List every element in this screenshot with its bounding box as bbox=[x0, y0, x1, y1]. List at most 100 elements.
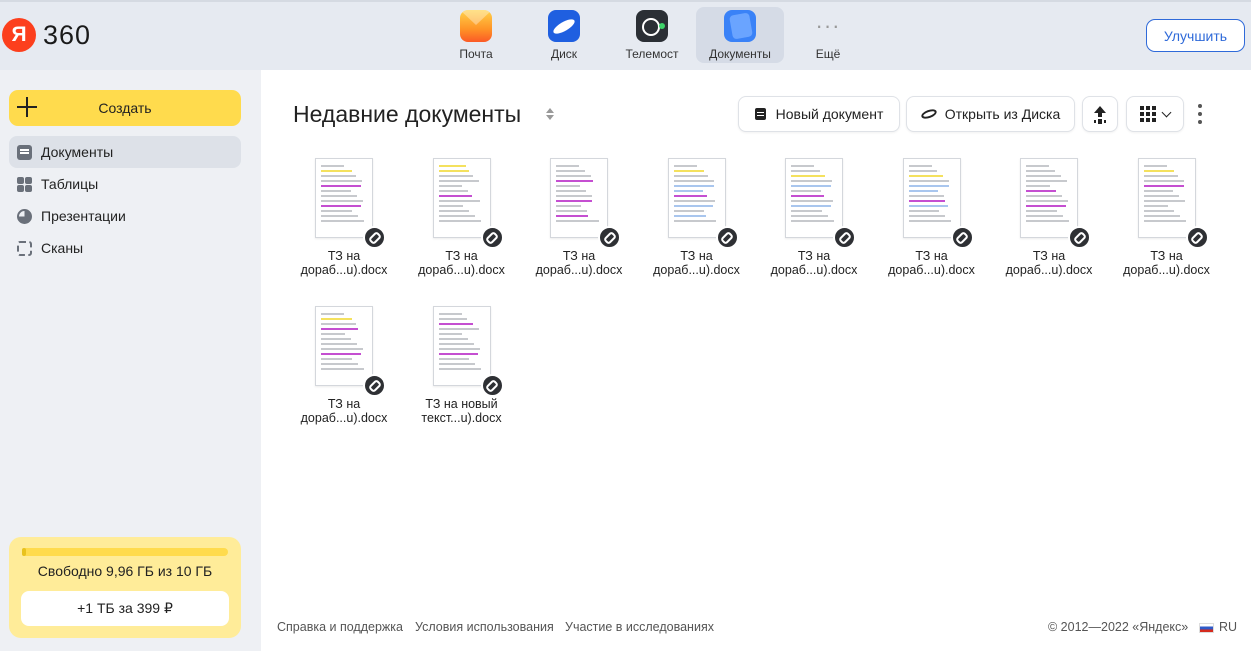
grid-icon bbox=[1140, 106, 1156, 122]
file-name-line: дораб...u).docx bbox=[1005, 263, 1093, 277]
yandex-360-logo[interactable]: Я 360 bbox=[2, 18, 91, 52]
file-name-line: дораб...u).docx bbox=[535, 263, 623, 277]
plus-icon bbox=[17, 97, 37, 117]
document-thumbnail bbox=[432, 306, 491, 386]
presentation-icon bbox=[17, 208, 32, 224]
sidebar-item-documents[interactable]: Документы bbox=[9, 136, 241, 168]
file-name: ТЗ на дораб...u).docx bbox=[642, 249, 752, 277]
file-name-line: ТЗ на bbox=[1150, 249, 1183, 263]
shared-link-icon bbox=[1068, 226, 1091, 249]
footer-link-research[interactable]: Участие в исследованиях bbox=[565, 620, 714, 634]
file-item[interactable]: ТЗ на дораб...u).docx bbox=[877, 158, 987, 298]
services-bar: Почта Диск Телемост Документы ··· Ещё bbox=[432, 7, 872, 63]
more-vertical-icon[interactable] bbox=[1196, 104, 1204, 124]
file-name-line: ТЗ на новый bbox=[425, 397, 498, 411]
view-mode-button[interactable] bbox=[1126, 96, 1184, 132]
upload-button[interactable] bbox=[1082, 96, 1118, 132]
top-header: Я 360 Почта Диск Телемост Документы ··· … bbox=[0, 0, 1251, 70]
sidebar-item-label: Презентации bbox=[41, 208, 126, 224]
storage-free-text: Свободно 9,96 ГБ из 10 ГБ bbox=[37, 563, 213, 579]
sidebar-nav: Документы Таблицы Презентации Сканы bbox=[9, 136, 241, 264]
shared-link-icon bbox=[833, 226, 856, 249]
copyright: © 2012—2022 «Яндекс» bbox=[1048, 620, 1189, 634]
file-item[interactable]: ТЗ на дораб...u).docx bbox=[524, 158, 634, 298]
file-item[interactable]: ТЗ на дораб...u).docx bbox=[1112, 158, 1222, 298]
page-title: Недавние документы bbox=[293, 101, 522, 127]
open-from-disk-button[interactable]: Открыть из Диска bbox=[906, 96, 1075, 132]
file-name-line: дораб...u).docx bbox=[770, 263, 858, 277]
document-thumbnail bbox=[785, 158, 843, 238]
sort-icon[interactable] bbox=[545, 106, 555, 122]
file-item[interactable]: ТЗ на дораб...u).docx bbox=[994, 158, 1104, 298]
service-label: Ещё bbox=[815, 47, 841, 61]
service-documents[interactable]: Документы bbox=[696, 7, 784, 63]
document-thumbnail bbox=[1020, 158, 1078, 238]
storage-widget: Свободно 9,96 ГБ из 10 ГБ +1 ТБ за 399 ₽ bbox=[9, 537, 241, 638]
sidebar-item-scans[interactable]: Сканы bbox=[9, 232, 241, 264]
file-item[interactable]: ТЗ на дораб...u).docx bbox=[289, 306, 399, 446]
table-icon bbox=[17, 176, 32, 192]
telemost-icon bbox=[636, 10, 668, 42]
disk-icon bbox=[919, 107, 938, 121]
document-thumbnail bbox=[1137, 158, 1196, 238]
mail-icon bbox=[460, 10, 492, 42]
footer-link-help[interactable]: Справка и поддержка bbox=[277, 620, 403, 634]
file-name: ТЗ на дораб...u).docx bbox=[289, 397, 399, 425]
service-more[interactable]: ··· Ещё bbox=[784, 7, 872, 63]
storage-progress-bar bbox=[22, 548, 228, 556]
shared-link-icon bbox=[480, 226, 504, 249]
language-switch[interactable]: RU bbox=[1219, 620, 1237, 634]
file-name-line: ТЗ на bbox=[327, 397, 361, 411]
more-dots-icon: ··· bbox=[815, 13, 841, 38]
file-name-line: ТЗ на bbox=[445, 249, 478, 263]
file-name: ТЗ на дораб...u).docx bbox=[1112, 249, 1222, 277]
service-disk[interactable]: Диск bbox=[520, 7, 608, 63]
sidebar-item-label: Таблицы bbox=[41, 176, 99, 192]
file-name-line: ТЗ на bbox=[562, 249, 596, 263]
document-thumbnail bbox=[667, 158, 726, 238]
file-name: ТЗ на дораб...u).docx bbox=[877, 249, 987, 277]
file-name: ТЗ на новый текст...u).docx bbox=[407, 397, 517, 425]
footer-link-terms[interactable]: Условия использования bbox=[415, 620, 554, 634]
file-name-line: текст...u).docx bbox=[421, 411, 502, 425]
service-label: Документы bbox=[709, 47, 771, 61]
file-item[interactable]: ТЗ на дораб...u).docx bbox=[759, 158, 869, 298]
service-label: Диск bbox=[550, 47, 578, 61]
sidebar-item-label: Сканы bbox=[41, 240, 84, 256]
sidebar-item-tables[interactable]: Таблицы bbox=[9, 168, 241, 200]
new-document-label: Новый документ bbox=[775, 106, 884, 122]
file-name-line: дораб...u).docx bbox=[300, 263, 388, 277]
new-document-button[interactable]: Новый документ bbox=[738, 96, 900, 132]
sidebar-item-presentations[interactable]: Презентации bbox=[9, 200, 241, 232]
file-name-line: дораб...u).docx bbox=[1123, 263, 1210, 277]
chevron-down-icon bbox=[1161, 107, 1172, 117]
shared-link-icon bbox=[950, 226, 974, 249]
storage-progress-fill bbox=[22, 548, 27, 556]
service-label: Телемост bbox=[625, 47, 679, 61]
document-thumbnail bbox=[432, 158, 491, 238]
service-label: Почта bbox=[459, 47, 493, 61]
main-content: Недавние документы Новый документ Открыт… bbox=[261, 70, 1251, 651]
upgrade-button[interactable]: Улучшить bbox=[1146, 19, 1245, 52]
create-label: Создать bbox=[98, 100, 152, 116]
file-item[interactable]: ТЗ на новый текст...u).docx bbox=[407, 306, 517, 446]
yandex-logo-icon: Я bbox=[2, 18, 36, 52]
shared-link-icon bbox=[715, 226, 739, 249]
file-item[interactable]: ТЗ на дораб...u).docx bbox=[642, 158, 752, 298]
file-name-line: дораб...u).docx bbox=[300, 411, 388, 425]
file-name-line: ТЗ на bbox=[1032, 249, 1066, 263]
file-name: ТЗ на дораб...u).docx bbox=[407, 249, 517, 277]
buy-storage-button[interactable]: +1 ТБ за 399 ₽ bbox=[21, 591, 229, 626]
file-name-line: ТЗ на bbox=[915, 249, 948, 263]
file-name-line: дораб...u).docx bbox=[888, 263, 975, 277]
file-name: ТЗ на дораб...u).docx bbox=[759, 249, 869, 277]
file-name-line: ТЗ на bbox=[797, 249, 831, 263]
disk-icon bbox=[548, 10, 580, 42]
service-telemost[interactable]: Телемост bbox=[608, 7, 696, 63]
documents-icon bbox=[724, 10, 756, 42]
document-thumbnail bbox=[315, 158, 373, 238]
file-item[interactable]: ТЗ на дораб...u).docx bbox=[289, 158, 399, 298]
create-button[interactable]: Создать bbox=[9, 90, 241, 126]
service-mail[interactable]: Почта bbox=[432, 7, 520, 63]
file-item[interactable]: ТЗ на дораб...u).docx bbox=[407, 158, 517, 298]
